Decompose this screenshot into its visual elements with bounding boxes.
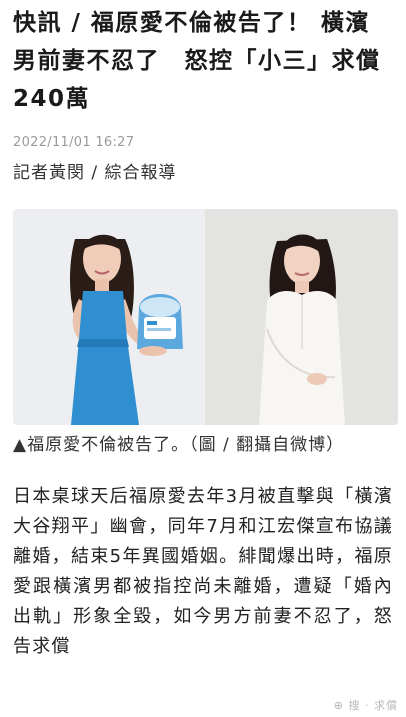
article-byline: 記者黃閔 / 綜合報導 — [13, 163, 177, 183]
article-photo[interactable] — [13, 209, 398, 425]
photo-left-woman-blue-dress — [13, 209, 205, 425]
photo-right-woman-white-blouse — [205, 209, 398, 425]
photo-caption: ▲福原愛不倫被告了。（圖 / 翻攝自微博） — [13, 435, 345, 455]
article-datetime: 2022/11/01 16:27 — [13, 135, 135, 150]
watermark: ⊕ 搜 · 求償 — [333, 699, 398, 712]
article-headline: 快訊 / 福原愛不倫被告了！ 橫濱男前妻不忍了 怒控「小三」求償240萬 — [13, 10, 381, 112]
article-container: 快訊 / 福原愛不倫被告了！ 橫濱男前妻不忍了 怒控「小三」求償240萬 202… — [0, 0, 406, 662]
article-body: 日本桌球天后福原愛去年3月被直擊與「橫濱大谷翔平」幽會，同年7月和江宏傑宣布協議… — [13, 486, 393, 657]
